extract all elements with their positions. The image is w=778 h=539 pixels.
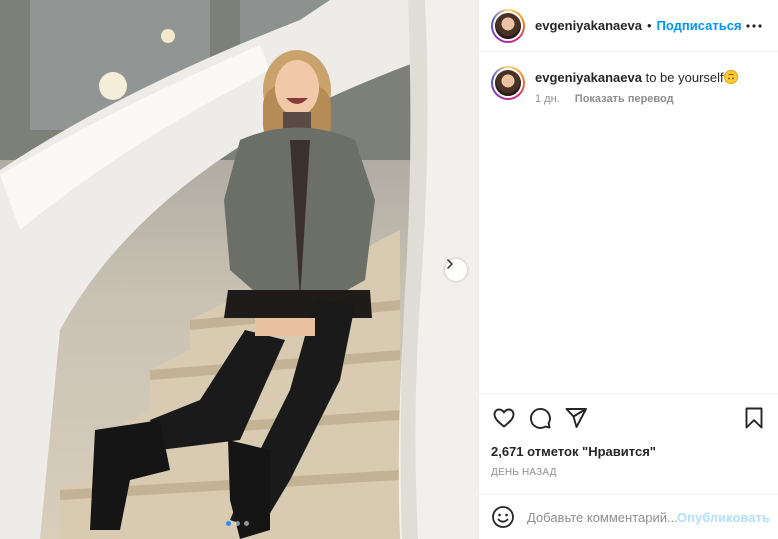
save-button[interactable]: [741, 405, 767, 431]
post-header: evgeniyakanaeva • Подписаться: [479, 0, 778, 52]
comment-button[interactable]: [527, 405, 553, 431]
caption-username[interactable]: evgeniyakanaeva: [535, 70, 642, 85]
comment-icon: [529, 407, 551, 429]
post-caption: evgeniyakanaeva to be yourself 1 дн. Пок…: [479, 52, 778, 105]
share-button[interactable]: [563, 405, 589, 431]
chevron-right-icon: [447, 259, 453, 269]
caption-meta: 1 дн. Показать перевод: [535, 93, 738, 105]
caption-avatar[interactable]: [491, 66, 525, 100]
smiley-icon: [492, 506, 514, 528]
post-time-ago[interactable]: День назад: [491, 467, 767, 478]
carousel-indicator: [226, 521, 249, 526]
post-photo[interactable]: [0, 0, 478, 539]
carousel-dot: [235, 521, 240, 526]
caption-text: to be yourself: [641, 70, 724, 85]
carousel-dot: [244, 521, 249, 526]
post-actions: 2,671 отметок "Нравится" День назад: [479, 393, 778, 478]
show-translation-button[interactable]: Показать перевод: [575, 93, 674, 105]
bookmark-icon: [745, 407, 763, 429]
post-photo-illustration: [0, 0, 478, 539]
publish-comment-button[interactable]: Опубликовать: [677, 510, 770, 525]
more-horizontal-icon: [746, 23, 762, 28]
caption-time[interactable]: 1 дн.: [535, 93, 560, 105]
like-button[interactable]: [491, 405, 517, 431]
share-icon: [565, 408, 587, 428]
emoji-picker-button[interactable]: [491, 505, 515, 529]
header-separator: •: [646, 18, 652, 33]
next-slide-button[interactable]: [445, 259, 467, 281]
more-options-button[interactable]: [744, 16, 764, 36]
add-comment-bar: Опубликовать: [479, 494, 778, 539]
upside-down-smile-emoji-icon: [723, 70, 738, 84]
post-side-panel: evgeniyakanaeva • Подписаться evgeniyaka…: [478, 0, 778, 539]
caption-line: evgeniyakanaeva to be yourself: [535, 69, 738, 87]
action-icons: [491, 394, 767, 442]
likes-count[interactable]: 2,671 отметок "Нравится": [491, 444, 767, 459]
header-username[interactable]: evgeniyakanaeva: [535, 18, 642, 33]
follow-button[interactable]: Подписаться: [657, 18, 742, 33]
comment-input[interactable]: [527, 509, 677, 525]
avatar[interactable]: [491, 8, 525, 43]
carousel-dot-active: [226, 521, 231, 526]
heart-icon: [493, 408, 515, 428]
